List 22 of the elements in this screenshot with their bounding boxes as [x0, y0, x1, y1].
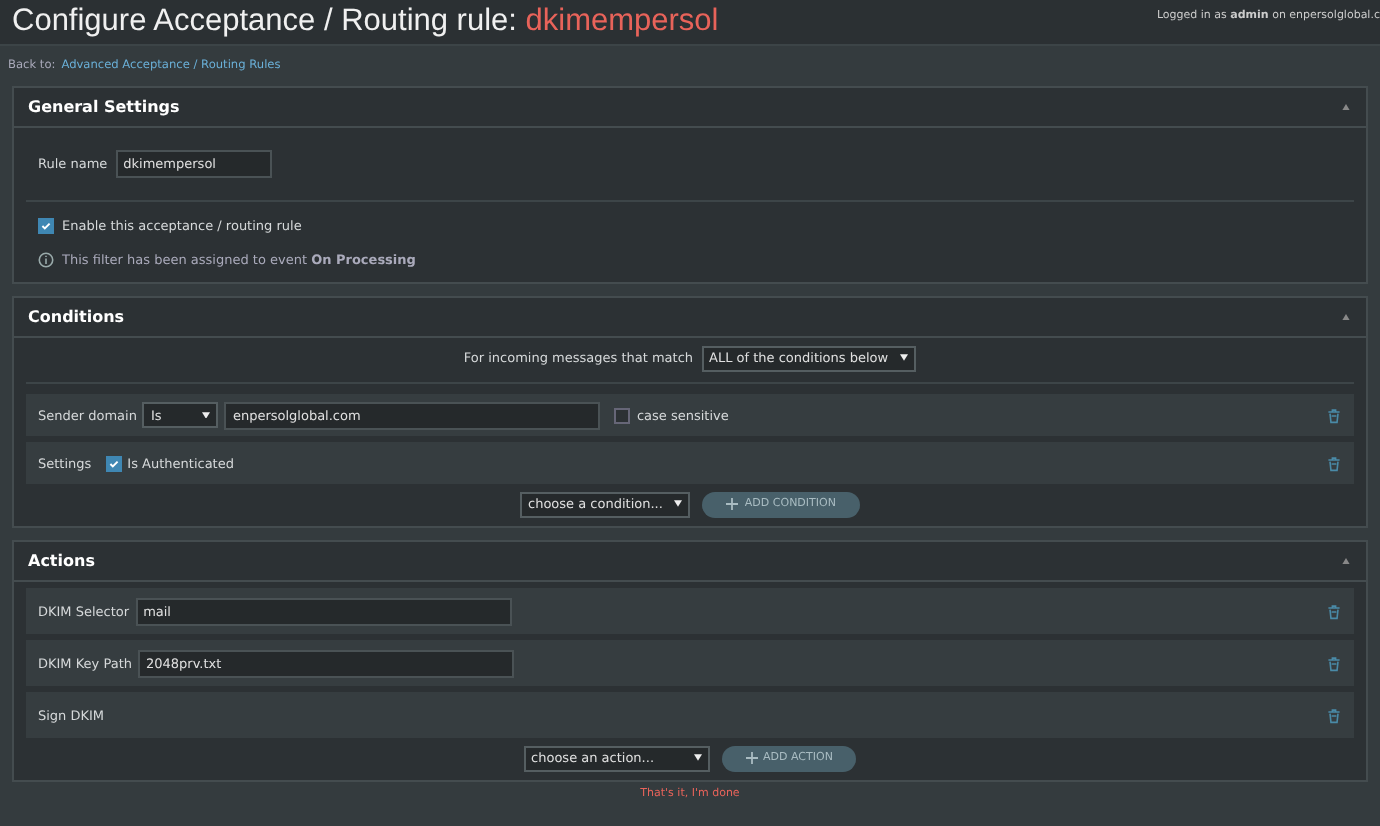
caret-icon [693, 754, 702, 762]
caret-icon [900, 354, 909, 362]
collapse-icon[interactable] [1342, 558, 1350, 564]
trash-icon[interactable] [1326, 455, 1342, 471]
checkbox[interactable] [38, 218, 54, 234]
panel-title: Actions [28, 552, 95, 570]
panel-title: General Settings [28, 98, 180, 116]
collapse-icon[interactable] [1342, 314, 1350, 320]
collapse-icon[interactable] [1342, 104, 1350, 110]
checkbox[interactable] [105, 455, 122, 471]
trash-icon[interactable] [1326, 655, 1342, 671]
checkbox[interactable] [614, 407, 631, 423]
caret-icon [674, 500, 683, 508]
caret-icon [202, 411, 211, 419]
plus-icon [745, 752, 758, 764]
trash-icon[interactable] [1326, 603, 1342, 619]
page-title: Configure Acceptance / Routing rule: dkimempersol [12, 4, 719, 40]
trash-icon[interactable] [1326, 707, 1342, 723]
trash-icon[interactable] [1326, 407, 1342, 423]
plus-icon [726, 498, 739, 510]
panel-title: Conditions [28, 308, 125, 326]
info-icon [38, 252, 54, 268]
